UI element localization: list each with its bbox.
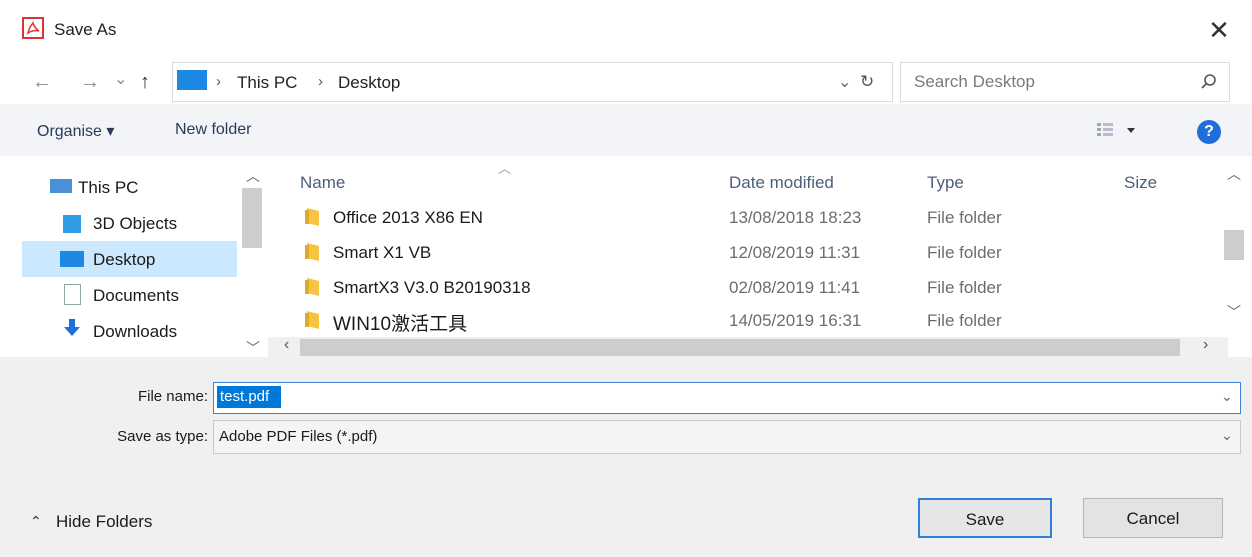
search-icon[interactable]: [1200, 73, 1218, 91]
new-folder-button[interactable]: New folder: [175, 121, 251, 139]
breadcrumb-separator: ›: [318, 73, 323, 90]
file-name-dropdown-icon[interactable]: ⌄: [1221, 388, 1233, 405]
column-header-date-modified[interactable]: Date modified: [729, 173, 834, 193]
breadcrumb-this-pc[interactable]: This PC: [237, 73, 297, 93]
download-icon: [62, 318, 82, 338]
recent-locations-button[interactable]: ⌄: [114, 68, 127, 92]
desktop-location-icon: [177, 70, 207, 90]
breadcrumb-separator: ›: [216, 73, 221, 90]
pc-icon: [50, 179, 72, 193]
chevron-up-icon[interactable]: ⌃: [30, 513, 42, 530]
pdf-icon: [22, 17, 44, 39]
column-header-name[interactable]: Name: [300, 173, 345, 193]
scroll-left-icon[interactable]: ‹: [284, 336, 289, 354]
sidebar-item-desktop[interactable]: Desktop: [93, 250, 155, 270]
save-type-dropdown-icon[interactable]: ⌄: [1221, 427, 1233, 444]
save-button[interactable]: Save: [918, 498, 1052, 538]
save-type-label: Save as type:: [117, 428, 208, 445]
file-row-name[interactable]: WIN10激活工具: [333, 309, 467, 336]
desktop-icon: [60, 251, 84, 267]
sort-indicator-icon: ︿: [498, 161, 512, 176]
window-title: Save As: [54, 20, 117, 39]
file-row-date: 12/08/2019 11:31: [729, 243, 861, 262]
sidebar-item-documents[interactable]: Documents: [93, 286, 179, 306]
file-name-field[interactable]: [213, 382, 1241, 414]
sidebar-scroll-down-icon[interactable]: ﹀: [246, 338, 260, 358]
file-row-type: File folder: [927, 208, 1002, 227]
cancel-button[interactable]: Cancel: [1083, 498, 1223, 538]
sidebar-item-downloads[interactable]: Downloads: [93, 322, 177, 342]
sidebar-item-this-pc[interactable]: This PC: [78, 178, 138, 198]
hide-folders-button[interactable]: Hide Folders: [56, 512, 152, 532]
address-dropdown-icon[interactable]: ⌄: [838, 72, 851, 92]
refresh-icon[interactable]: ↻: [860, 72, 874, 92]
close-button[interactable]: ✕: [1203, 14, 1235, 46]
file-row-type: File folder: [927, 311, 1002, 330]
save-type-value: Adobe PDF Files (*.pdf): [219, 428, 378, 445]
column-header-size[interactable]: Size: [1124, 173, 1157, 193]
file-row-name[interactable]: SmartX3 V3.0 B20190318: [333, 278, 531, 298]
file-name-value[interactable]: test.pdf: [220, 388, 269, 405]
file-row-date: 02/08/2019 11:41: [729, 278, 861, 297]
breadcrumb-desktop[interactable]: Desktop: [338, 73, 400, 93]
forward-button[interactable]: →: [80, 70, 100, 94]
file-row-type: File folder: [927, 278, 1002, 297]
organise-button[interactable]: Organise ▾: [37, 121, 114, 141]
search-placeholder: Search Desktop: [914, 72, 1035, 91]
sidebar-scrollbar[interactable]: [240, 156, 264, 356]
scroll-up-icon[interactable]: ︿: [1227, 164, 1241, 184]
file-row-name[interactable]: Smart X1 VB: [333, 243, 431, 263]
title-bar: [0, 0, 1252, 60]
up-button[interactable]: ↑: [140, 70, 150, 94]
help-button[interactable]: ?: [1197, 120, 1221, 144]
back-button[interactable]: ←: [32, 70, 52, 94]
sidebar-scroll-up-icon[interactable]: ︿: [246, 166, 260, 186]
file-row-date: 14/05/2019 16:31: [729, 311, 862, 330]
view-options-icon[interactable]: [1097, 122, 1137, 138]
vertical-scroll-thumb[interactable]: [1224, 230, 1244, 260]
folder-icon: [305, 243, 319, 261]
sidebar-scroll-thumb[interactable]: [242, 188, 262, 248]
folder-icon: [305, 311, 319, 329]
folder-icon: [305, 208, 319, 226]
folder-icon: [305, 278, 319, 296]
document-icon: [64, 284, 81, 305]
horizontal-scroll-thumb[interactable]: [300, 339, 1180, 356]
cube-icon: [63, 215, 81, 233]
file-name-label: File name:: [137, 388, 208, 405]
file-row-name[interactable]: Office 2013 X86 EN: [333, 208, 483, 228]
file-row-date: 13/08/2018 18:23: [729, 208, 862, 227]
file-row-type: File folder: [927, 243, 1002, 262]
column-header-type[interactable]: Type: [927, 173, 964, 193]
scroll-down-icon[interactable]: ﹀: [1227, 302, 1241, 322]
sidebar-item-3d-objects[interactable]: 3D Objects: [93, 214, 177, 234]
scroll-right-icon[interactable]: ›: [1203, 336, 1208, 354]
